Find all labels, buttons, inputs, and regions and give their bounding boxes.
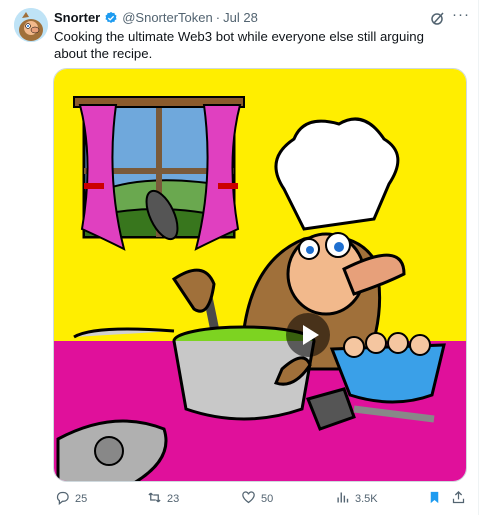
- avatar[interactable]: [14, 8, 48, 42]
- tweet-text: Cooking the ultimate Web3 bot while ever…: [54, 29, 424, 61]
- play-icon[interactable]: [286, 313, 330, 357]
- repost-icon: [147, 490, 162, 508]
- bookmark-button[interactable]: [427, 490, 442, 508]
- tweet-header: Snorter @SnorterToken · Jul 28: [54, 10, 258, 25]
- views-count: 3.5K: [355, 493, 378, 505]
- tweet-media-video[interactable]: [53, 68, 467, 482]
- tweet-date[interactable]: Jul 28: [223, 10, 258, 25]
- views-button[interactable]: 3.5K: [335, 490, 378, 508]
- like-icon: [241, 490, 256, 508]
- more-icon[interactable]: ···: [452, 6, 470, 23]
- like-count: 50: [261, 493, 274, 505]
- separator: ·: [215, 10, 221, 25]
- reply-icon: [55, 490, 70, 508]
- display-name[interactable]: Snorter: [54, 10, 100, 25]
- repost-count: 23: [167, 493, 180, 505]
- action-bar: 25 23 50 3.5K: [53, 490, 467, 510]
- verified-badge-icon: [104, 11, 118, 25]
- grok-icon[interactable]: [430, 10, 446, 26]
- tweet[interactable]: Snorter @SnorterToken · Jul 28 ··· Cooki…: [0, 0, 479, 515]
- views-icon: [335, 490, 350, 508]
- reply-button[interactable]: 25: [55, 490, 87, 508]
- share-icon: [451, 490, 466, 508]
- reply-count: 25: [75, 493, 88, 505]
- bookmark-icon: [427, 490, 442, 508]
- like-button[interactable]: 50: [241, 490, 273, 508]
- handle[interactable]: @SnorterToken: [122, 10, 213, 25]
- share-button[interactable]: [451, 490, 466, 508]
- repost-button[interactable]: 23: [147, 490, 179, 508]
